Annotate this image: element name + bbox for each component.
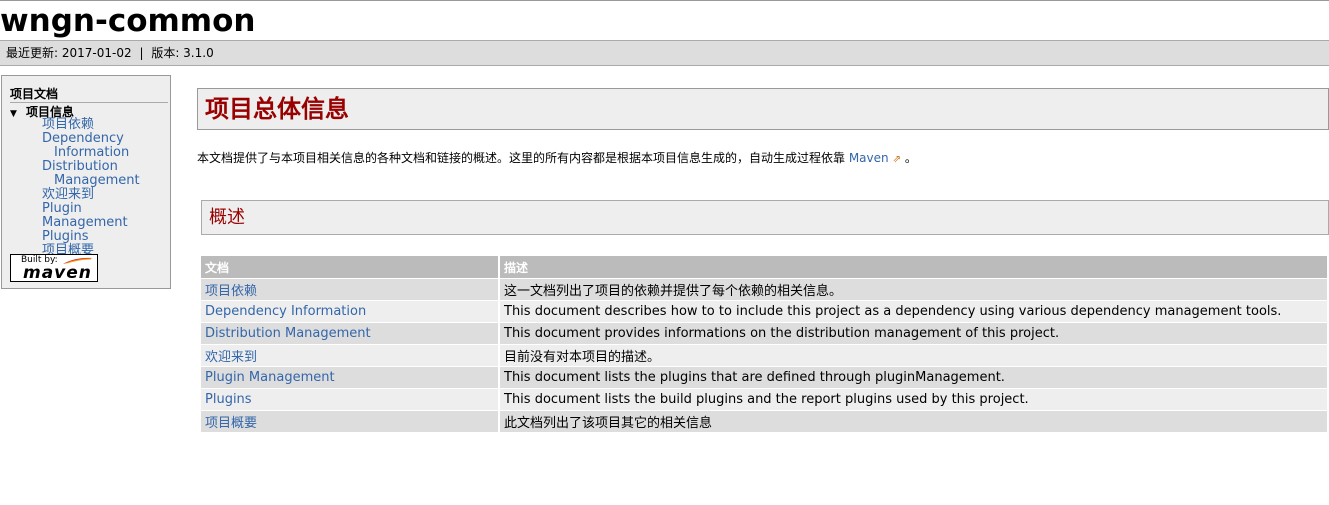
table-row: 欢迎来到 目前没有对本项目的描述。 <box>201 344 1329 366</box>
doc-description: This document describes how to to includ… <box>500 300 1329 322</box>
breadcrumb-separator: | <box>139 46 144 60</box>
column-header-document: 文档 <box>201 256 500 278</box>
table-row: 项目依赖 这一文档列出了项目的依赖并提供了每个依赖的相关信息。 <box>201 278 1329 300</box>
breadcrumbs: 最近更新: 2017-01-02 | 版本: 3.1.0 <box>0 40 1329 66</box>
table-row: Plugins This document lists the build pl… <box>201 388 1329 410</box>
documents-table: 文档 描述 项目依赖 这一文档列出了项目的依赖并提供了每个依赖的相关信息。 De… <box>201 256 1329 432</box>
doc-link[interactable]: Dependency Information <box>205 304 366 319</box>
table-row: Dependency Information This document des… <box>201 300 1329 322</box>
column-header-description: 描述 <box>500 256 1329 278</box>
doc-description: 这一文档列出了项目的依赖并提供了每个依赖的相关信息。 <box>500 278 1329 300</box>
last-updated: 最近更新: 2017-01-02 <box>6 46 132 60</box>
doc-description: 此文档列出了该项目其它的相关信息 <box>500 410 1329 432</box>
sidebar-item-plugin-management[interactable]: Plugin Management <box>42 202 170 230</box>
doc-link[interactable]: 项目依赖 <box>205 284 257 299</box>
section-heading: 概述 <box>209 207 245 228</box>
doc-link[interactable]: Distribution Management <box>205 326 371 341</box>
page-title: 项目总体信息 <box>205 95 349 123</box>
sidebar-menu: 项目依赖 Dependency Information Distribution M… <box>42 118 170 258</box>
doc-description: This document lists the build plugins an… <box>500 388 1329 410</box>
doc-link[interactable]: Plugin Management <box>205 370 335 385</box>
intro-paragraph: 本文档提供了与本项目相关信息的各种文档和链接的概述。这里的所有内容都是根据本项目… <box>197 150 917 168</box>
maven-wordmark: maven <box>23 263 92 283</box>
maven-link[interactable]: Maven <box>849 151 889 165</box>
sidebar-item-dependencies[interactable]: 项目依赖 <box>42 118 170 132</box>
doc-link[interactable]: 项目概要 <box>205 416 257 431</box>
section-heading-box: 概述 <box>201 200 1329 235</box>
banner: wngn-common <box>0 0 1329 41</box>
project-title: wngn-common <box>0 3 256 39</box>
doc-link[interactable]: Plugins <box>205 392 252 407</box>
table-row: Plugin Management This document lists th… <box>201 366 1329 388</box>
doc-link[interactable]: 欢迎来到 <box>205 350 257 365</box>
sidebar: 项目文档 ▼ 项目信息 项目依赖 Dependency Information Di… <box>1 75 171 289</box>
sidebar-item-distribution-management[interactable]: Distribution Management <box>42 160 170 188</box>
intro-text: 本文档提供了与本项目相关信息的各种文档和链接的概述。这里的所有内容都是根据本项目… <box>197 151 849 165</box>
sidebar-item-welcome[interactable]: 欢迎来到 <box>42 188 170 202</box>
page-title-box: 项目总体信息 <box>197 88 1329 130</box>
doc-description: 目前没有对本项目的描述。 <box>500 344 1329 366</box>
expanded-triangle-icon: ▼ <box>10 109 17 119</box>
table-row: 项目概要 此文档列出了该项目其它的相关信息 <box>201 410 1329 432</box>
external-link-icon: ⇗ <box>892 154 902 165</box>
sidebar-title: 项目文档 <box>10 87 168 103</box>
table-header-row: 文档 描述 <box>201 256 1329 278</box>
doc-description: This document lists the plugins that are… <box>500 366 1329 388</box>
doc-description: This document provides informations on t… <box>500 322 1329 344</box>
sidebar-item-dependency-information[interactable]: Dependency Information <box>42 132 170 160</box>
intro-end: 。 <box>901 151 917 165</box>
built-by-maven-logo[interactable]: Built by: maven <box>10 254 98 283</box>
sidebar-item-plugins[interactable]: Plugins <box>42 230 170 244</box>
version: 版本: 3.1.0 <box>151 46 214 60</box>
table-row: Distribution Management This document pr… <box>201 322 1329 344</box>
